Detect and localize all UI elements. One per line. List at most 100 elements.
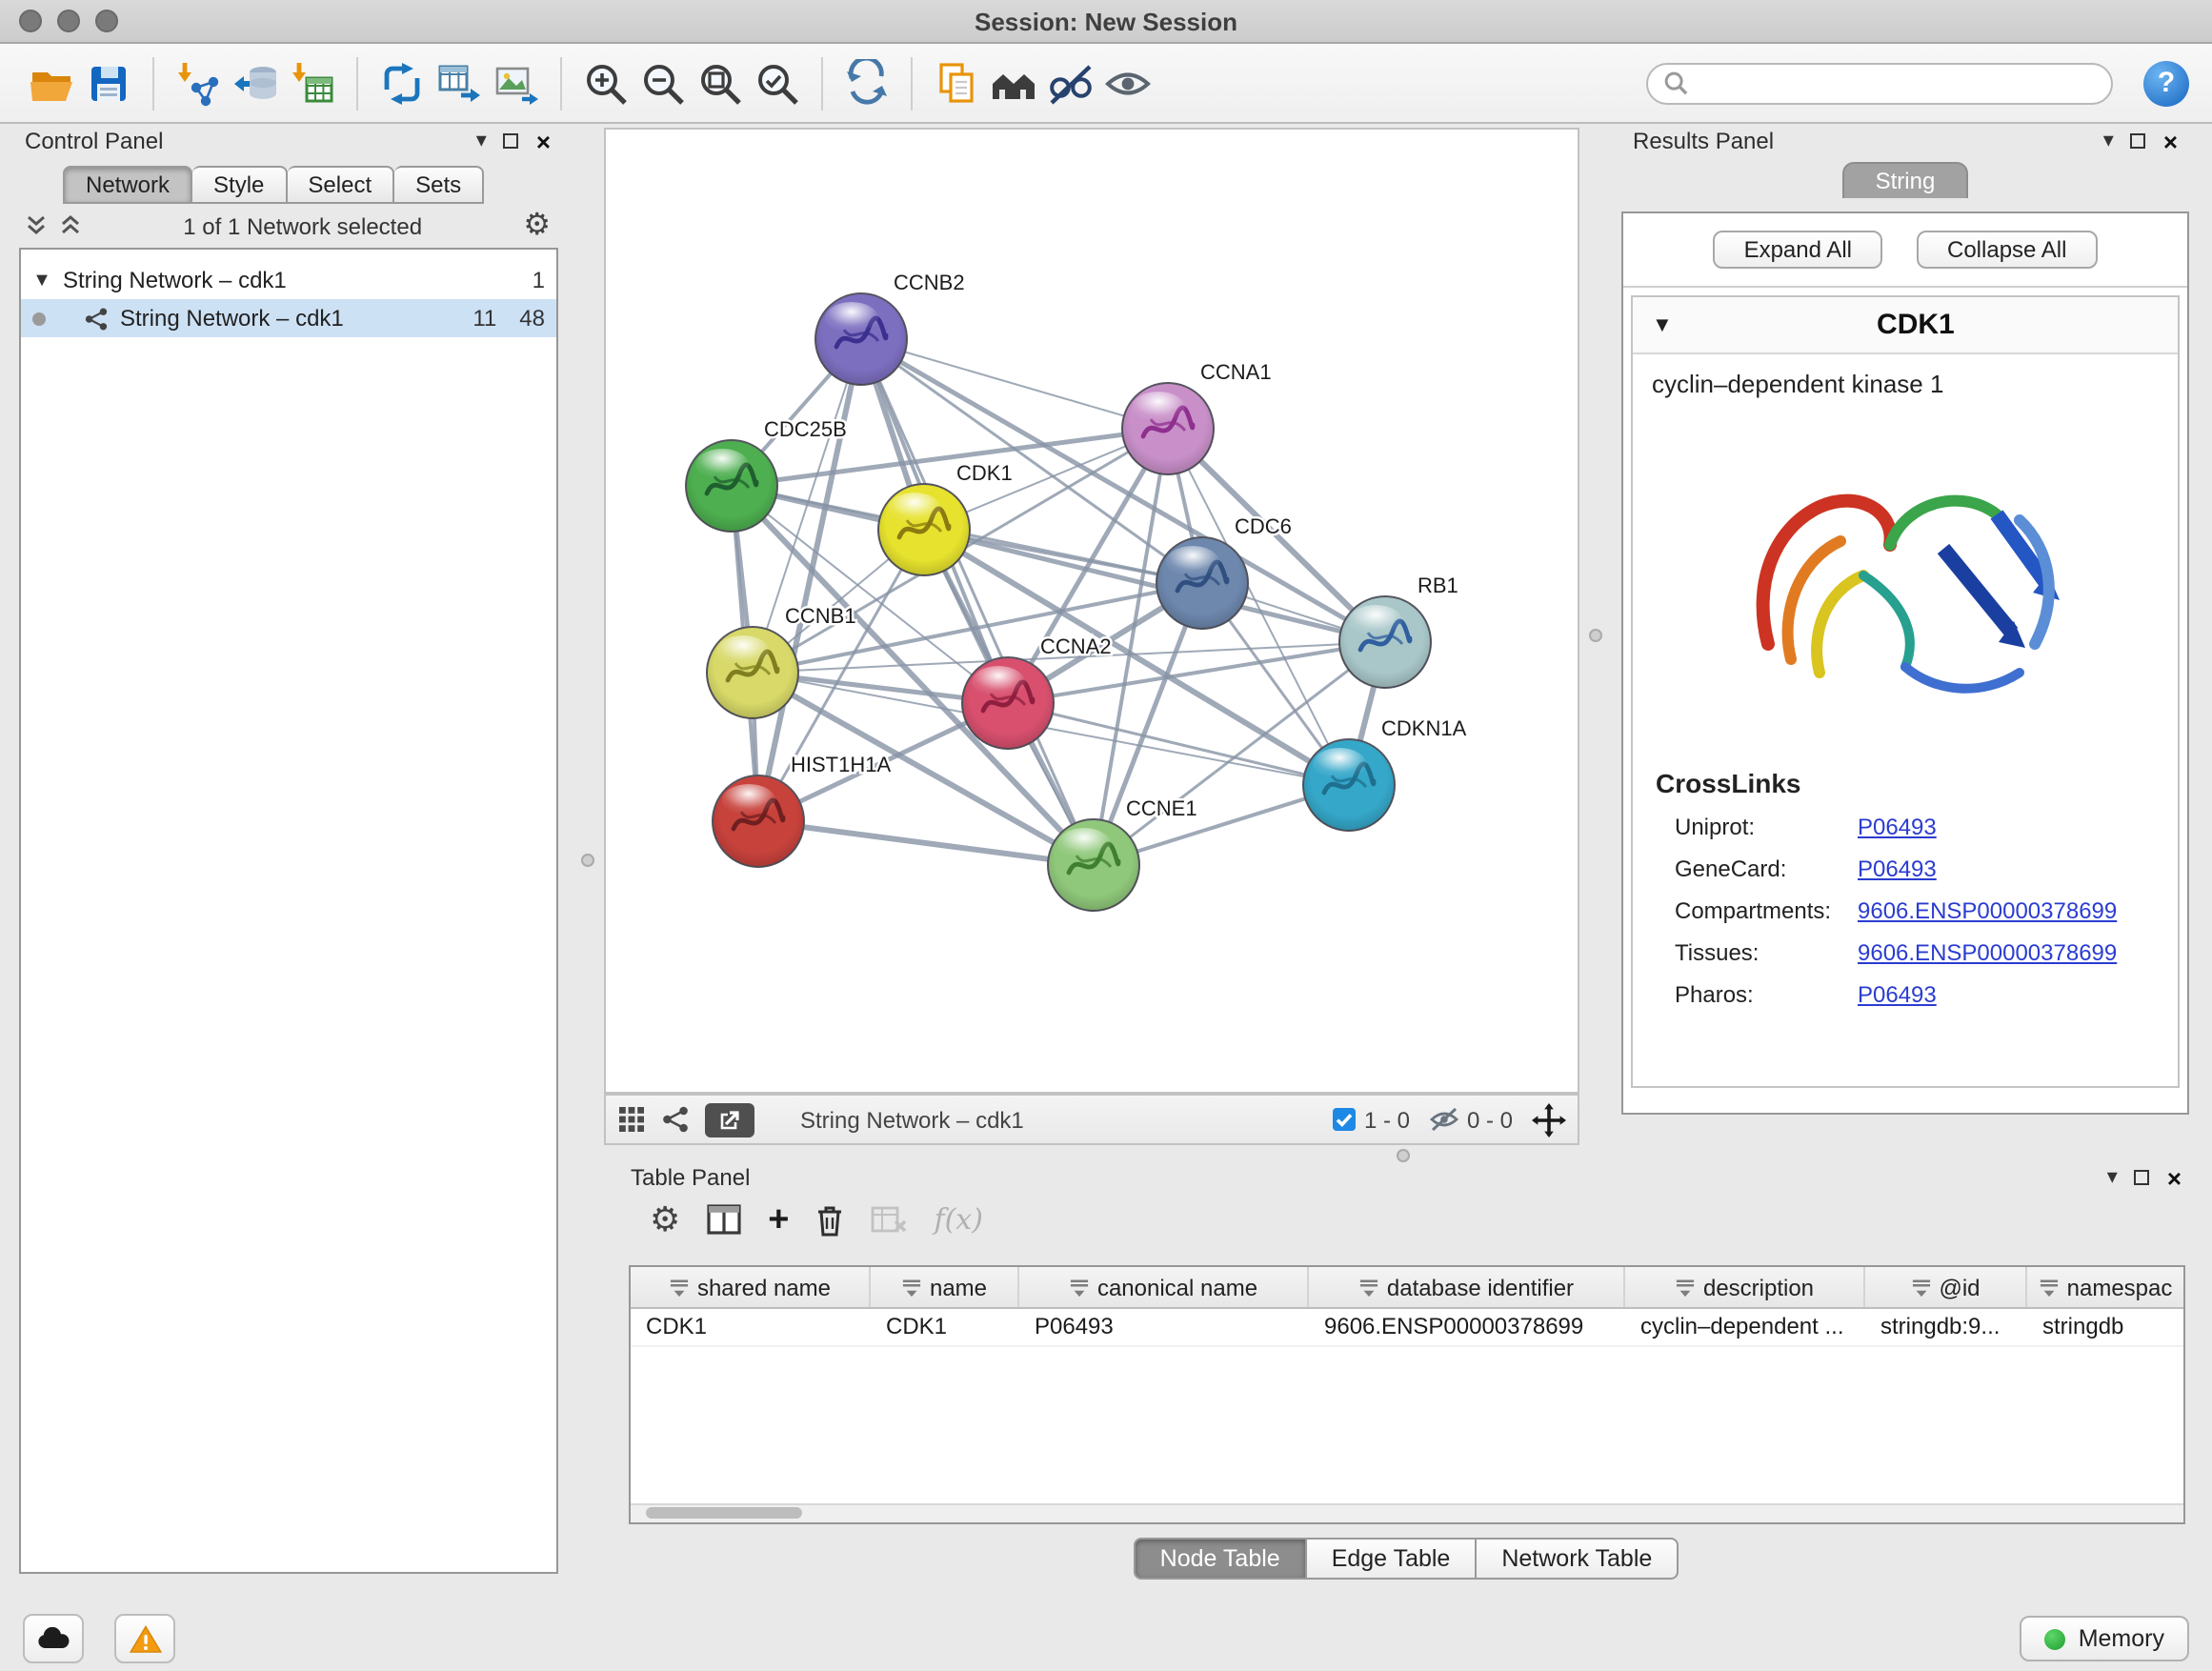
open-session-icon[interactable] [23,54,80,111]
network-node-CDC6[interactable]: CDC6 [1156,514,1292,629]
tab-string[interactable]: String [1842,162,1968,198]
grid-view-icon[interactable] [617,1105,646,1134]
birds-eye-toggle-icon[interactable] [1532,1102,1566,1137]
compartments-link[interactable]: 9606.ENSP00000378699 [1858,897,2117,924]
help-button[interactable]: ? [2143,60,2189,106]
network-node-CDK1[interactable]: CDK1 [878,461,1013,575]
zoom-selected-icon[interactable] [749,54,806,111]
network-edge-CCNB2-HIST1H1A[interactable] [758,339,861,821]
tab-node-table[interactable]: Node Table [1134,1538,1307,1580]
tab-network-table[interactable]: Network Table [1477,1538,1679,1580]
column-header-description[interactable]: description [1625,1267,1865,1307]
tab-sets[interactable]: Sets [394,166,484,204]
pharos-link[interactable]: P06493 [1858,981,1937,1008]
right-splitter-handle[interactable] [1589,629,1602,642]
node-table: shared name name canonical name database… [629,1265,2185,1524]
tab-network[interactable]: Network [63,166,192,204]
expand-all-tree-icon[interactable] [59,212,82,241]
zoom-fit-icon[interactable] [692,54,749,111]
column-header-shared-name[interactable]: shared name [631,1267,871,1307]
network-edge-CCNB2-CCNE1[interactable] [861,339,1094,865]
tissues-link[interactable]: 9606.ENSP00000378699 [1858,939,2117,966]
node-label-HIST1H1A: HIST1H1A [791,753,891,776]
import-table-file-icon[interactable] [284,54,341,111]
network-options-gear-icon[interactable]: ⚙ [523,211,551,242]
bottom-splitter-handle[interactable] [1397,1149,1410,1162]
column-header-namespace[interactable]: namespac [2027,1267,2183,1307]
first-neighbors-icon[interactable] [985,54,1042,111]
collection-label: String Network – cdk1 [63,267,287,293]
network-node-CCNA1[interactable]: CCNA1 [1122,360,1272,474]
cloud-status-button[interactable] [23,1614,84,1663]
network-node-count: 11 [473,305,496,332]
protein-structure-image [1715,413,2096,741]
detach-view-button[interactable] [705,1102,754,1137]
copy-paste-icon[interactable] [928,54,985,111]
network-edge-CCNB2-CCNA1[interactable] [861,339,1168,429]
close-results-icon[interactable]: × [2163,129,2178,153]
column-header-name[interactable]: name [871,1267,1019,1307]
hide-selected-icon[interactable] [1042,54,1099,111]
warnings-button[interactable] [114,1614,175,1663]
export-image-icon[interactable] [488,54,545,111]
close-panel-icon[interactable]: × [536,129,551,153]
network-node-RB1[interactable]: RB1 [1339,574,1458,688]
network-node-CDKN1A[interactable]: CDKN1A [1303,716,1467,831]
node-label-CCNE1: CCNE1 [1126,796,1197,820]
delete-column-icon[interactable] [816,1203,845,1236]
network-edge-HIST1H1A-CCNE1[interactable] [758,821,1094,865]
float-results-icon[interactable]: ▾ [2103,131,2114,151]
column-header-canonical-name[interactable]: canonical name [1019,1267,1309,1307]
maximize-table-icon[interactable] [2135,1170,2150,1185]
gene-expander-icon[interactable]: ▼ [1652,313,1673,336]
memory-status-icon [2044,1628,2065,1649]
network-overview-icon[interactable] [661,1105,690,1134]
column-header-database-identifier[interactable]: database identifier [1309,1267,1625,1307]
tab-edge-table[interactable]: Edge Table [1307,1538,1478,1580]
float-panel-icon[interactable]: ▾ [476,131,487,151]
tab-select[interactable]: Select [287,166,394,204]
expand-all-button[interactable]: Expand All [1714,231,1882,269]
show-columns-icon[interactable] [707,1204,741,1235]
horizontal-scrollbar[interactable] [631,1503,2183,1522]
uniprot-link[interactable]: P06493 [1858,814,1937,840]
external-link-icon [718,1108,741,1131]
table-panel-title: Table Panel [631,1164,750,1191]
zoom-out-icon[interactable] [634,54,692,111]
collapse-all-button[interactable]: Collapse All [1917,231,2097,269]
search-input[interactable] [1646,62,2113,104]
apply-layout-icon[interactable] [838,54,895,111]
table-from-network-icon[interactable] [431,54,488,111]
network-row[interactable]: String Network – cdk1 11 48 [21,299,556,337]
control-panel: Control Panel ▾ × Network Style Select S… [10,128,566,1580]
results-panel: Results Panel ▾ × String Expand All Coll… [1614,128,2197,1164]
tab-style[interactable]: Style [192,166,287,204]
network-node-HIST1H1A[interactable]: HIST1H1A [713,753,891,867]
zoom-in-icon[interactable] [577,54,634,111]
network-canvas[interactable]: CCNB2CCNA1CDC25BCDK1CDC6RB1CCNB1CCNA2CDK… [604,128,1579,1094]
network-node-CCNB2[interactable]: CCNB2 [815,271,965,385]
gene-section-header[interactable]: ▼ CDK1 [1633,297,2178,354]
float-table-icon[interactable]: ▾ [2107,1167,2118,1188]
show-all-icon[interactable] [1099,54,1156,111]
column-header-id[interactable]: @id [1865,1267,2027,1307]
table-options-gear-icon[interactable]: ⚙ [650,1202,680,1237]
genecard-link[interactable]: P06493 [1858,856,1937,882]
left-splitter-handle[interactable] [581,854,594,867]
table-row[interactable]: CDK1 CDK1 P06493 9606.ENSP00000378699 cy… [631,1309,2183,1347]
import-network-database-icon[interactable] [227,54,284,111]
network-collection-row[interactable]: ▼ String Network – cdk1 1 [21,261,556,299]
network-from-selection-icon[interactable] [373,54,431,111]
close-table-icon[interactable]: × [2167,1165,2182,1190]
memory-button[interactable]: Memory [2020,1616,2189,1661]
import-network-file-icon[interactable] [170,54,227,111]
create-column-icon[interactable]: + [768,1201,789,1238]
save-session-icon[interactable] [80,54,137,111]
warning-icon [129,1624,161,1653]
collection-expander-icon[interactable]: ▼ [32,270,51,291]
maximize-panel-icon[interactable] [504,133,519,149]
network-node-CCNB1[interactable]: CCNB1 [707,604,856,718]
maximize-results-icon[interactable] [2131,133,2146,149]
scrollbar-thumb[interactable] [646,1507,802,1519]
collapse-all-tree-icon[interactable] [25,212,48,241]
